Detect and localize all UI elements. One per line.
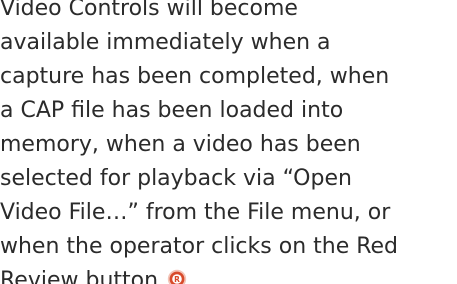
paragraph-line-8: when the operator clicks on the Red bbox=[0, 234, 399, 259]
document-page: Video Controls will become available imm… bbox=[0, 0, 457, 284]
paragraph-line-3: capture has been completed, when bbox=[0, 64, 390, 89]
red-review-button-icon: R bbox=[167, 269, 187, 284]
paragraph-line-6: selected for playback via “Open bbox=[0, 166, 352, 191]
paragraph: Video Controls will become available imm… bbox=[0, 0, 457, 284]
paragraph-line-9-text: Review button bbox=[0, 268, 159, 284]
paragraph-line-9: Review button R . bbox=[0, 264, 457, 284]
paragraph-line-4: a CAP file has been loaded into bbox=[0, 98, 344, 123]
paragraph-line-2: available immediately when a bbox=[0, 30, 331, 55]
svg-text:R: R bbox=[174, 275, 180, 284]
paragraph-line-1: Video Controls will become bbox=[0, 0, 298, 21]
paragraph-line-7: Video File…” from the File menu, or bbox=[0, 200, 391, 225]
paragraph-line-5: memory, when a video has been bbox=[0, 132, 361, 157]
paragraph-period: . bbox=[187, 268, 195, 284]
